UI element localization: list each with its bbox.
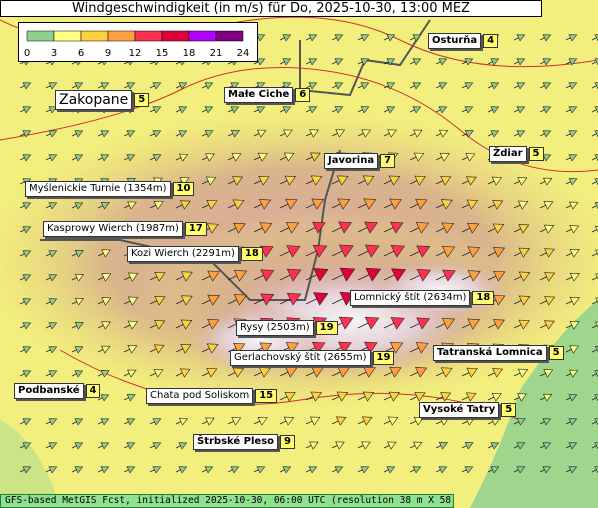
location-label: Zakopane 5 [55, 90, 150, 110]
location-name: Podbanské [14, 383, 84, 399]
wind-speed-value: 5 [528, 147, 544, 161]
location-label: Gerlachovský štít (2655m) 19 [230, 350, 395, 366]
wind-speed-value: 5 [134, 93, 150, 107]
location-name: Vysoké Tatry [419, 402, 500, 418]
wind-speed-value: 17 [184, 222, 207, 236]
legend-swatch [26, 30, 55, 42]
legend-tick: 12 [129, 48, 142, 59]
legend-swatch [80, 30, 109, 42]
location-name: Kozi Wierch (2291m) [127, 246, 239, 262]
map-title: Windgeschwindigkeit (in m/s) für Do, 202… [0, 0, 542, 17]
wind-speed-value: 18 [472, 291, 495, 305]
wind-speed-value: 4 [483, 34, 499, 48]
legend-colorbar: 0 3 6 9 12 15 18 21 24 [24, 30, 250, 59]
wind-speed-value: 5 [548, 346, 564, 360]
legend-tick: 3 [51, 48, 57, 59]
location-name: Lomnický štít (2634m) [350, 290, 471, 306]
legend-tick: 24 [237, 48, 250, 59]
legend-swatch [215, 30, 244, 42]
location-name: Rysy (2503m) [236, 320, 314, 336]
legend-tick: 6 [78, 48, 84, 59]
legend-swatch [161, 30, 190, 42]
location-name: Zakopane [55, 90, 133, 110]
legend-swatch [188, 30, 217, 42]
location-label: Podbanské 4 [14, 383, 101, 399]
location-label: Ždiar 5 [489, 146, 544, 162]
location-label: Chata pod Soliskom 15 [146, 388, 278, 404]
legend-tick: 15 [156, 48, 169, 59]
wind-speed-value: 4 [85, 384, 101, 398]
wind-speed-value: 9 [280, 435, 295, 449]
location-label: Lomnický štít (2634m) 18 [350, 290, 495, 306]
forecast-footer: GFS-based MetGIS Fcst, initialized 2025-… [0, 494, 454, 508]
wind-speed-value: 5 [501, 403, 517, 417]
legend-tick: 0 [24, 48, 30, 59]
wind-speed-value: 18 [240, 247, 263, 261]
legend-tick: 18 [183, 48, 196, 59]
location-name: Osturňa [428, 33, 482, 49]
location-name: Ždiar [489, 146, 527, 162]
location-name: Tatranská Lomnica [433, 345, 547, 361]
wind-speed-legend: 0 3 6 9 12 15 18 21 24 [18, 22, 258, 62]
wind-speed-value: 6 [295, 88, 311, 102]
location-name: Myślenickie Turnie (1354m) [25, 181, 171, 197]
wind-speed-value: 7 [380, 154, 396, 168]
legend-swatch [134, 30, 163, 42]
location-name: Chata pod Soliskom [146, 388, 254, 404]
legend-tick: 9 [105, 48, 111, 59]
location-name: Gerlachovský štít (2655m) [230, 350, 371, 366]
wind-speed-value: 10 [172, 182, 195, 196]
wind-speed-value: 19 [315, 321, 338, 335]
wind-speed-value: 19 [372, 351, 395, 365]
legend-tick: 21 [210, 48, 223, 59]
location-name: Małe Ciche [224, 87, 294, 103]
legend-swatch [53, 30, 82, 42]
location-label: Osturňa 4 [428, 33, 499, 49]
location-label: Kasprowy Wierch (1987m) 17 [43, 221, 207, 237]
location-label: Vysoké Tatry 5 [419, 402, 517, 418]
location-label: Myślenickie Turnie (1354m) 10 [25, 181, 195, 197]
wind-map: Windgeschwindigkeit (in m/s) für Do, 202… [0, 0, 598, 508]
legend-swatch [107, 30, 136, 42]
terrain-layer [0, 0, 598, 508]
location-label: Štrbské Pleso 9 [193, 434, 295, 450]
location-label: Kozi Wierch (2291m) 18 [127, 246, 263, 262]
location-label: Małe Ciche 6 [224, 87, 311, 103]
location-name: Kasprowy Wierch (1987m) [43, 221, 183, 237]
location-label: Javorina 7 [324, 153, 396, 169]
wind-speed-value: 15 [255, 389, 278, 403]
location-name: Javorina [324, 153, 379, 169]
location-label: Rysy (2503m) 19 [236, 320, 338, 336]
location-name: Štrbské Pleso [193, 434, 279, 450]
location-label: Tatranská Lomnica 5 [433, 345, 564, 361]
